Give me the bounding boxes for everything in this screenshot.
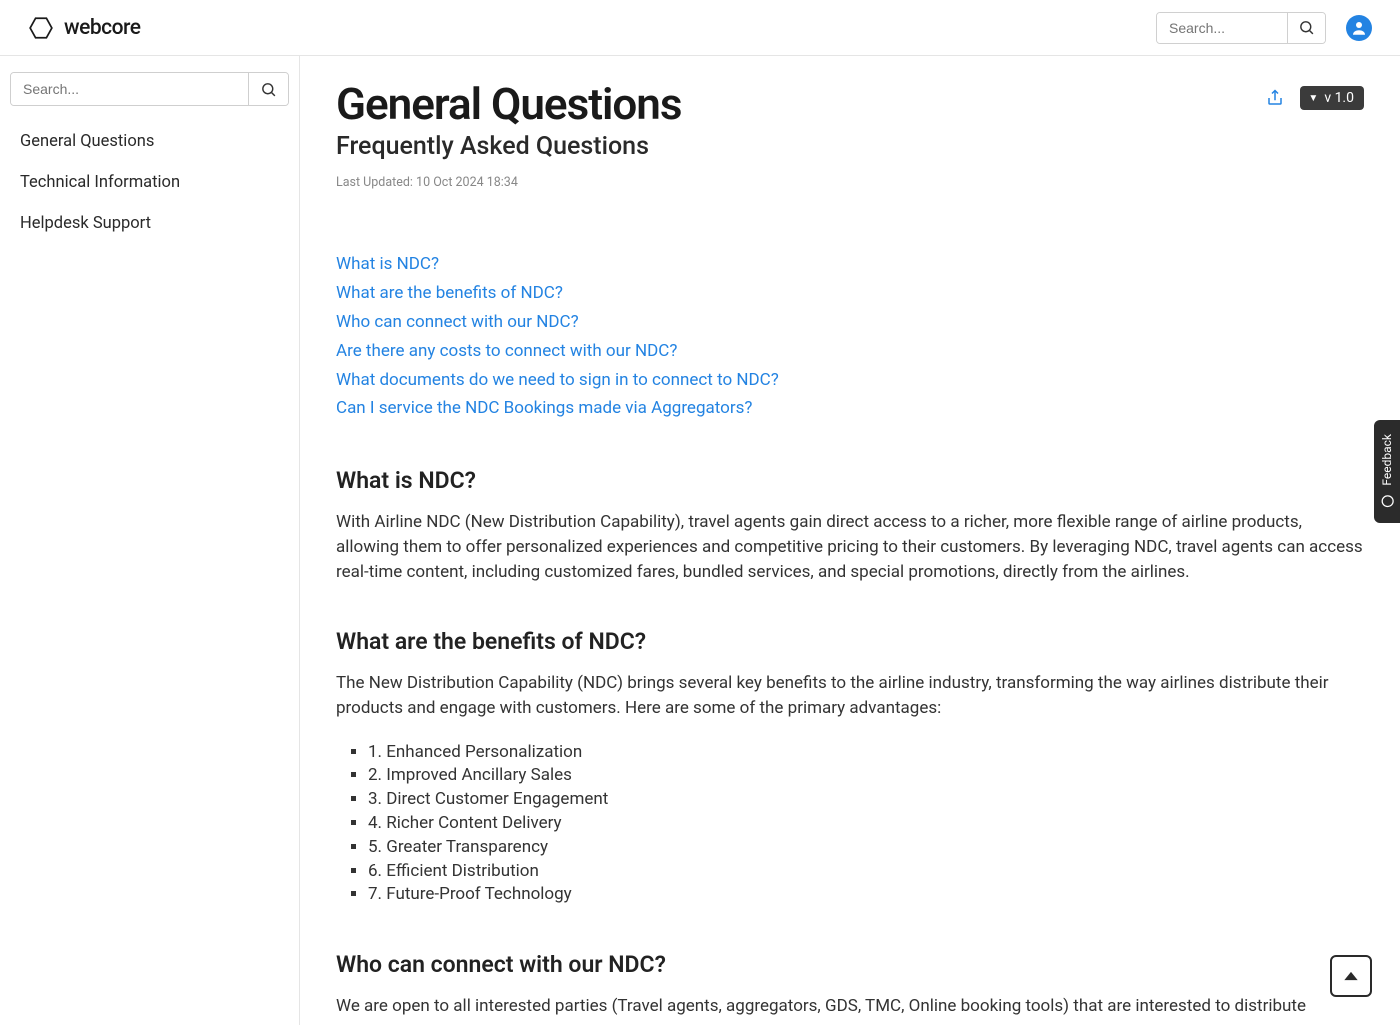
title-actions: ▼ v 1.0 bbox=[1266, 86, 1364, 110]
list-item: 3. Direct Customer Engagement bbox=[368, 788, 1364, 812]
toc-link[interactable]: Are there any costs to connect with our … bbox=[336, 337, 1364, 366]
sidebar-item-general-questions[interactable]: General Questions bbox=[10, 124, 289, 159]
version-dropdown[interactable]: ▼ v 1.0 bbox=[1300, 86, 1364, 110]
header-search bbox=[1156, 12, 1326, 44]
chevron-up-icon bbox=[1341, 966, 1361, 986]
section-body: The New Distribution Capability (NDC) br… bbox=[336, 671, 1364, 720]
toc-link[interactable]: Who can connect with our NDC? bbox=[336, 308, 1364, 337]
sidebar: General Questions Technical Information … bbox=[0, 56, 300, 1025]
page-subtitle: Frequently Asked Questions bbox=[336, 132, 682, 161]
header: webcore bbox=[0, 0, 1400, 56]
toc-link[interactable]: What is NDC? bbox=[336, 250, 1364, 279]
toc-link[interactable]: What documents do we need to sign in to … bbox=[336, 366, 1364, 395]
header-search-button[interactable] bbox=[1287, 13, 1325, 43]
hexagon-icon bbox=[28, 15, 54, 41]
section-heading: What are the benefits of NDC? bbox=[336, 628, 1364, 655]
last-updated: Last Updated: 10 Oct 2024 18:34 bbox=[336, 175, 1364, 190]
sidebar-item-technical-information[interactable]: Technical Information bbox=[10, 165, 289, 200]
list-item: 5. Greater Transparency bbox=[368, 836, 1364, 860]
list-item: 7. Future-Proof Technology bbox=[368, 883, 1364, 907]
sidebar-search-input[interactable] bbox=[11, 73, 248, 105]
sidebar-item-helpdesk-support[interactable]: Helpdesk Support bbox=[10, 206, 289, 241]
section-body: With Airline NDC (New Distribution Capab… bbox=[336, 510, 1364, 584]
header-right bbox=[1156, 12, 1372, 44]
list-item: 2. Improved Ancillary Sales bbox=[368, 764, 1364, 788]
logo[interactable]: webcore bbox=[28, 15, 141, 41]
section-heading: Who can connect with our NDC? bbox=[336, 951, 1364, 978]
chat-icon bbox=[1380, 494, 1395, 509]
search-icon bbox=[260, 81, 277, 98]
body: General Questions Technical Information … bbox=[0, 56, 1400, 1025]
section-heading: What is NDC? bbox=[336, 467, 1364, 494]
sidebar-search-button[interactable] bbox=[248, 73, 288, 105]
chevron-down-icon: ▼ bbox=[1308, 93, 1318, 104]
toc-link[interactable]: Can I service the NDC Bookings made via … bbox=[336, 394, 1364, 423]
share-icon[interactable] bbox=[1266, 89, 1284, 107]
version-label: v 1.0 bbox=[1324, 90, 1354, 106]
toc-link[interactable]: What are the benefits of NDC? bbox=[336, 279, 1364, 308]
main-content: General Questions Frequently Asked Quest… bbox=[300, 56, 1400, 1025]
user-icon bbox=[1350, 19, 1368, 37]
list-item: 6. Efficient Distribution bbox=[368, 860, 1364, 884]
page-title: General Questions bbox=[336, 78, 682, 130]
sidebar-search bbox=[10, 72, 289, 106]
brand-name: webcore bbox=[64, 16, 141, 40]
benefits-list: 1. Enhanced Personalization 2. Improved … bbox=[336, 741, 1364, 908]
title-row: General Questions Frequently Asked Quest… bbox=[336, 78, 1364, 161]
list-item: 4. Richer Content Delivery bbox=[368, 812, 1364, 836]
avatar[interactable] bbox=[1346, 15, 1372, 41]
feedback-label: Feedback bbox=[1380, 434, 1394, 486]
search-icon bbox=[1298, 19, 1315, 36]
table-of-contents: What is NDC? What are the benefits of ND… bbox=[336, 250, 1364, 423]
section-body: We are open to all interested parties (T… bbox=[336, 994, 1364, 1019]
list-item: 1. Enhanced Personalization bbox=[368, 741, 1364, 765]
feedback-tab[interactable]: Feedback bbox=[1374, 420, 1400, 523]
header-search-input[interactable] bbox=[1157, 13, 1287, 43]
scroll-to-top-button[interactable] bbox=[1330, 955, 1372, 997]
